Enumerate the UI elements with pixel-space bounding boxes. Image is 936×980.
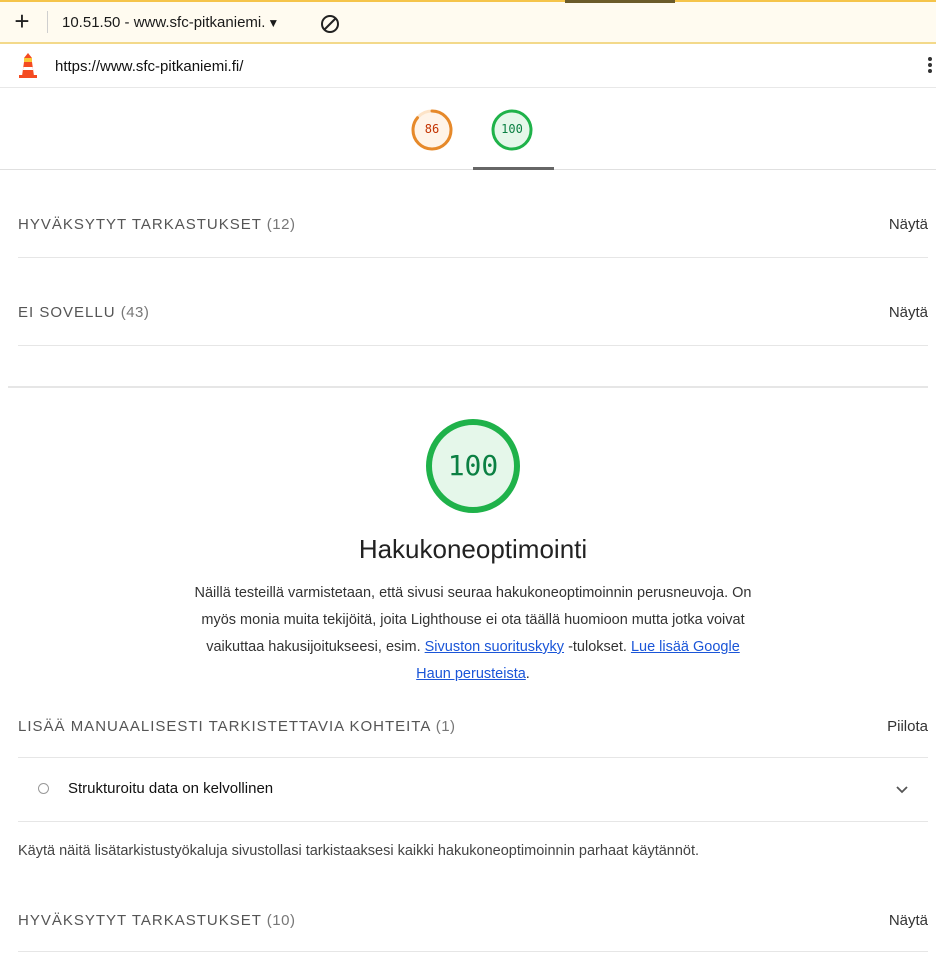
score-tabs: 86 100 [0, 88, 936, 170]
report-selector-label: 10.51.50 - www.sfc-pitkaniemi. [62, 14, 266, 31]
show-button[interactable]: Näytä [889, 304, 928, 321]
site-performance-link[interactable]: Sivuston suorituskyky [425, 639, 564, 655]
lighthouse-logo-icon [19, 53, 37, 78]
score-tab-performance[interactable]: 86 [410, 108, 454, 152]
hide-button[interactable]: Piilota [887, 718, 928, 735]
audit-structured-data[interactable]: Strukturoitu data on kelvollinen [18, 758, 928, 822]
group-passed-audits[interactable]: HYVÄKSYTYT TARKASTUKSET (12) Näytä [18, 182, 928, 258]
section-divider [8, 386, 928, 388]
group-title: HYVÄKSYTYT TARKASTUKSET (10) [18, 912, 296, 929]
top-toolbar: + 10.51.50 - www.sfc-pitkaniemi. ▼ [0, 0, 936, 44]
group-manual-checks[interactable]: LISÄÄ MANUAALISESTI TARKISTETTAVIA KOHTE… [18, 690, 928, 758]
plus-icon[interactable]: + [10, 8, 34, 34]
score-tab-seo[interactable]: 100 [490, 108, 534, 152]
show-button[interactable]: Näytä [889, 216, 928, 233]
score-value: 100 [501, 122, 523, 136]
group-title: LISÄÄ MANUAALISESTI TARKISTETTAVIA KOHTE… [18, 718, 456, 735]
group-passed-audits-seo[interactable]: HYVÄKSYTYT TARKASTUKSET (10) Näytä [18, 880, 928, 952]
group-title: EI SOVELLU (43) [18, 304, 150, 321]
toolbar-separator [47, 11, 48, 33]
score-value: 86 [424, 122, 440, 136]
group-title: HYVÄKSYTYT TARKASTUKSET (12) [18, 216, 296, 233]
seo-score-gauge: 100 [423, 416, 523, 516]
show-button[interactable]: Näytä [889, 912, 928, 929]
report-selector-dropdown[interactable]: 10.51.50 - www.sfc-pitkaniemi. ▼ [62, 14, 279, 31]
group-not-applicable[interactable]: EI SOVELLU (43) Näytä [18, 258, 928, 346]
audit-label: Strukturoitu data on kelvollinen [68, 780, 274, 797]
caret-down-icon: ▼ [267, 16, 280, 30]
block-icon[interactable] [320, 14, 340, 34]
manual-checks-description: Käytä näitä lisätarkistustyökaluja sivus… [18, 843, 700, 859]
category-description: Näillä testeillä varmistetaan, että sivu… [194, 585, 752, 682]
page-url: https://www.sfc-pitkaniemi.fi/ [55, 58, 244, 75]
audit-status-icon [38, 783, 49, 794]
toolbar-accent-bar [565, 0, 675, 3]
seo-score-value: 100 [447, 449, 499, 482]
chevron-down-icon[interactable] [895, 782, 909, 796]
kebab-menu-icon[interactable] [926, 55, 934, 77]
url-bar: https://www.sfc-pitkaniemi.fi/ [0, 44, 936, 88]
category-title: Hakukoneoptimointi [358, 534, 588, 564]
selected-tab-indicator [473, 167, 554, 170]
